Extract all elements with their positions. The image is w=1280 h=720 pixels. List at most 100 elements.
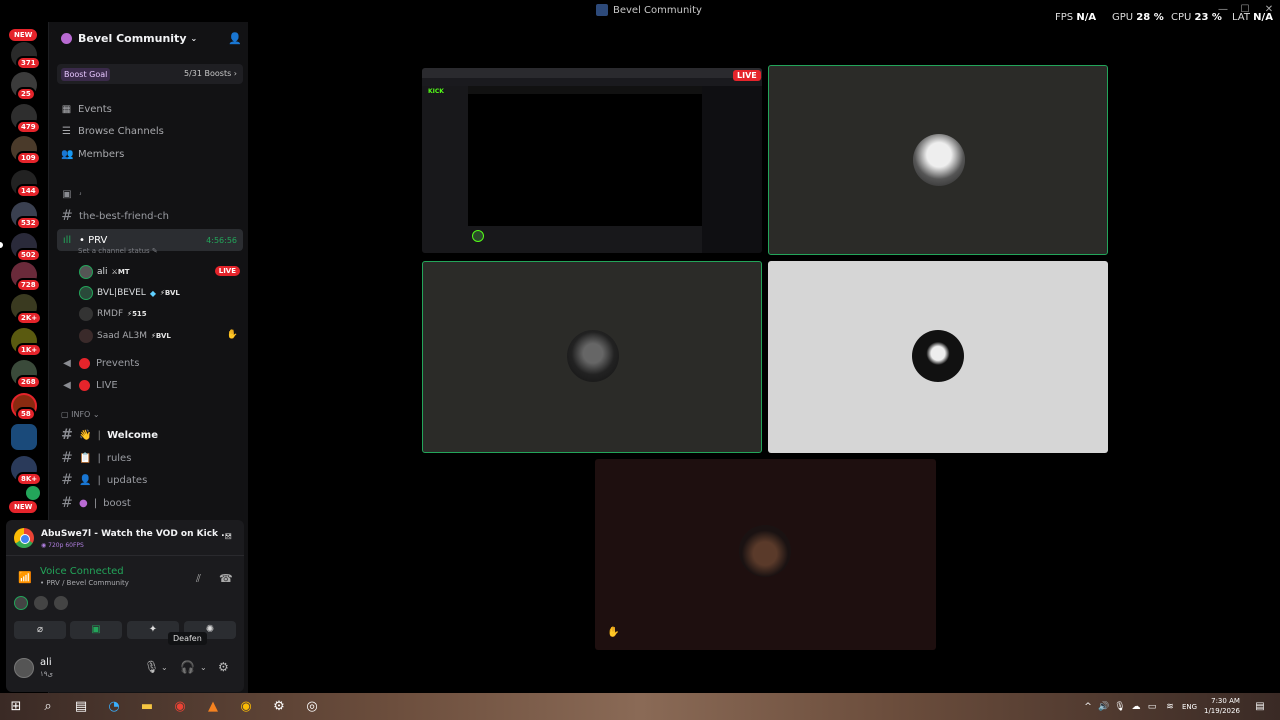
voice-active-icon: ıll <box>62 234 72 246</box>
discord-taskbar-icon[interactable]: ◎ <box>304 699 320 715</box>
avatar <box>14 596 28 610</box>
invite-icon[interactable]: 👤 <box>228 32 242 45</box>
microphone-tray-icon[interactable]: 🎙 <box>1112 699 1128 715</box>
avatar <box>79 286 93 300</box>
settings-gear-icon[interactable]: ⚙ <box>218 660 229 674</box>
streamer-avatar <box>472 230 484 242</box>
avatar <box>79 329 93 343</box>
camera-toggle-button[interactable]: ⌀ <box>14 621 66 639</box>
chevron-down-icon[interactable]: ⌄ <box>161 663 168 672</box>
activity-title: AbuSwe7l - Watch the VOD on Kick ... <box>41 529 232 539</box>
windows-taskbar: ⊞ ⌕ ▤ ◔ ▬ ◉ ▲ ◉ ⚙ ◎ ^ 🔊 🎙 ☁ ▭ ≋ ▤ <box>0 693 1280 720</box>
red-circle-icon <box>79 357 90 369</box>
voice-location[interactable]: • PRV / Bevel Community <box>40 579 129 587</box>
new-badge: NEW <box>9 501 38 513</box>
speaker-icon: ◀ <box>63 379 71 391</box>
chevron-down-icon[interactable]: ⌄ <box>200 663 207 672</box>
user-avatar <box>912 330 964 382</box>
unread-badge: 8K+ <box>16 472 43 486</box>
unread-badge: 479 <box>16 120 41 134</box>
server-icon-13[interactable] <box>11 424 37 450</box>
app-icon[interactable]: ▲ <box>205 699 221 715</box>
nav-members[interactable]: 👥 Members <box>61 149 124 160</box>
cloud-icon[interactable]: ☁ <box>1128 699 1144 715</box>
video-tile-user-1[interactable] <box>768 65 1108 255</box>
video-tile-user-3[interactable] <box>768 261 1108 453</box>
voice-user-rmdf[interactable]: RMDF ⚡515 <box>79 304 147 324</box>
search-icon[interactable]: ⌕ <box>40 699 56 715</box>
hash-icon: # <box>61 450 73 466</box>
windows-start-icon[interactable]: ⊞ <box>8 699 24 715</box>
voice-channel-live[interactable]: ◀ LIVE <box>57 374 243 396</box>
boost-goal[interactable]: Boost Goal 5/31 Boosts › <box>57 64 243 84</box>
channel-boost[interactable]: # ● | boost <box>57 492 243 514</box>
voice-user-bvl[interactable]: BVL|BEVEL ◆ ⚡BVL <box>79 283 180 303</box>
chrome-icon[interactable]: ◉ <box>172 699 188 715</box>
nav-browse-channels[interactable]: ☰ Browse Channels <box>61 126 164 137</box>
stream-live-badge: LIVE <box>733 70 761 81</box>
voice-status: Voice Connected <box>40 566 124 577</box>
unread-badge: 144 <box>16 184 41 198</box>
volume-icon[interactable]: 🔊 <box>1096 699 1112 715</box>
user-tag: ⚔MT <box>111 268 130 276</box>
chrome-canary-icon[interactable]: ◉ <box>238 699 254 715</box>
avatar <box>79 265 93 279</box>
channel-hidden[interactable]: ▣ ۥ <box>57 183 243 205</box>
window-title: Bevel Community <box>596 4 702 16</box>
add-server-icon[interactable] <box>26 486 40 500</box>
video-tile-user-2[interactable] <box>422 261 762 453</box>
wifi-icon[interactable]: ≋ <box>1162 699 1178 715</box>
edge-icon[interactable]: ◔ <box>106 699 122 715</box>
category-info[interactable]: ▢ INFO ⌄ <box>61 410 100 419</box>
file-explorer-icon[interactable]: ▬ <box>139 699 155 715</box>
language-indicator[interactable]: ENG <box>1182 703 1197 711</box>
nav-events[interactable]: ▦ Events <box>61 104 112 115</box>
unread-badge: 25 <box>16 87 36 101</box>
members-icon: 👥 <box>61 149 74 160</box>
avatar <box>54 596 68 610</box>
call-duration: 4:56:56 <box>206 235 237 245</box>
kick-sidebar <box>422 86 468 253</box>
channel-best-friend[interactable]: # the-best-friend-ch <box>57 205 243 227</box>
disconnect-icon[interactable]: ☎ <box>219 572 233 585</box>
boost-count: 5/31 Boosts › <box>183 69 237 78</box>
deafened-icon: ✋ <box>607 627 620 638</box>
notifications-icon[interactable]: ▤ <box>1252 699 1268 715</box>
boost-icon: ● <box>79 497 88 509</box>
wave-icon: 👋 <box>79 429 92 441</box>
user-avatar <box>739 525 791 577</box>
system-clock[interactable]: 7:30 AM 1/19/2026 <box>1204 696 1240 716</box>
channel-welcome[interactable]: # 👋 | Welcome <box>57 424 243 446</box>
unread-badge: 1K+ <box>16 343 43 357</box>
hash-icon: # <box>61 427 73 443</box>
tray-chevron-icon[interactable]: ^ <box>1080 699 1096 715</box>
steam-icon[interactable]: ⚙ <box>271 699 287 715</box>
red-circle-icon <box>79 379 90 391</box>
video-tile-user-4[interactable]: ✋ <box>595 459 936 650</box>
user-avatar[interactable] <box>14 658 34 678</box>
avatar <box>79 307 93 321</box>
screen-share-button[interactable]: ▣ <box>70 621 122 639</box>
stream-info <box>468 226 702 253</box>
network-icon[interactable]: ▭ <box>1144 699 1160 715</box>
voice-channel-prevents[interactable]: ◀ Prevents <box>57 352 243 374</box>
person-icon: 👤 <box>79 474 92 486</box>
store-icon[interactable]: ▤ <box>73 699 89 715</box>
channel-rules[interactable]: # 📋 | rules <box>57 447 243 469</box>
voice-user-ali[interactable]: ali ⚔MT <box>79 262 130 282</box>
stream-tile[interactable]: KICK <box>422 68 762 253</box>
server-header[interactable]: Bevel Community ⌄ <box>49 22 249 54</box>
microphone-icon[interactable]: 🎙 <box>144 660 159 674</box>
activity-card[interactable]: AbuSwe7l - Watch the VOD on Kick ... ◉ 7… <box>6 520 244 556</box>
chat-panel <box>702 86 762 253</box>
user-tag: ⚡BVL <box>159 289 180 297</box>
server-flag-icon <box>61 32 72 44</box>
unread-badge: 371 <box>16 56 41 70</box>
active-server-pill <box>0 242 3 248</box>
channel-status[interactable]: Set a channel status ✎ <box>78 247 158 255</box>
stop-stream-icon[interactable]: ⊠ <box>224 532 232 542</box>
voice-user-saad[interactable]: Saad AL3M ⚡BVL <box>79 326 171 346</box>
headphones-icon[interactable]: 🎧 <box>180 660 195 674</box>
noise-suppression-icon[interactable]: ⫽ <box>196 572 201 586</box>
channel-updates[interactable]: # 👤 | updates <box>57 469 243 491</box>
